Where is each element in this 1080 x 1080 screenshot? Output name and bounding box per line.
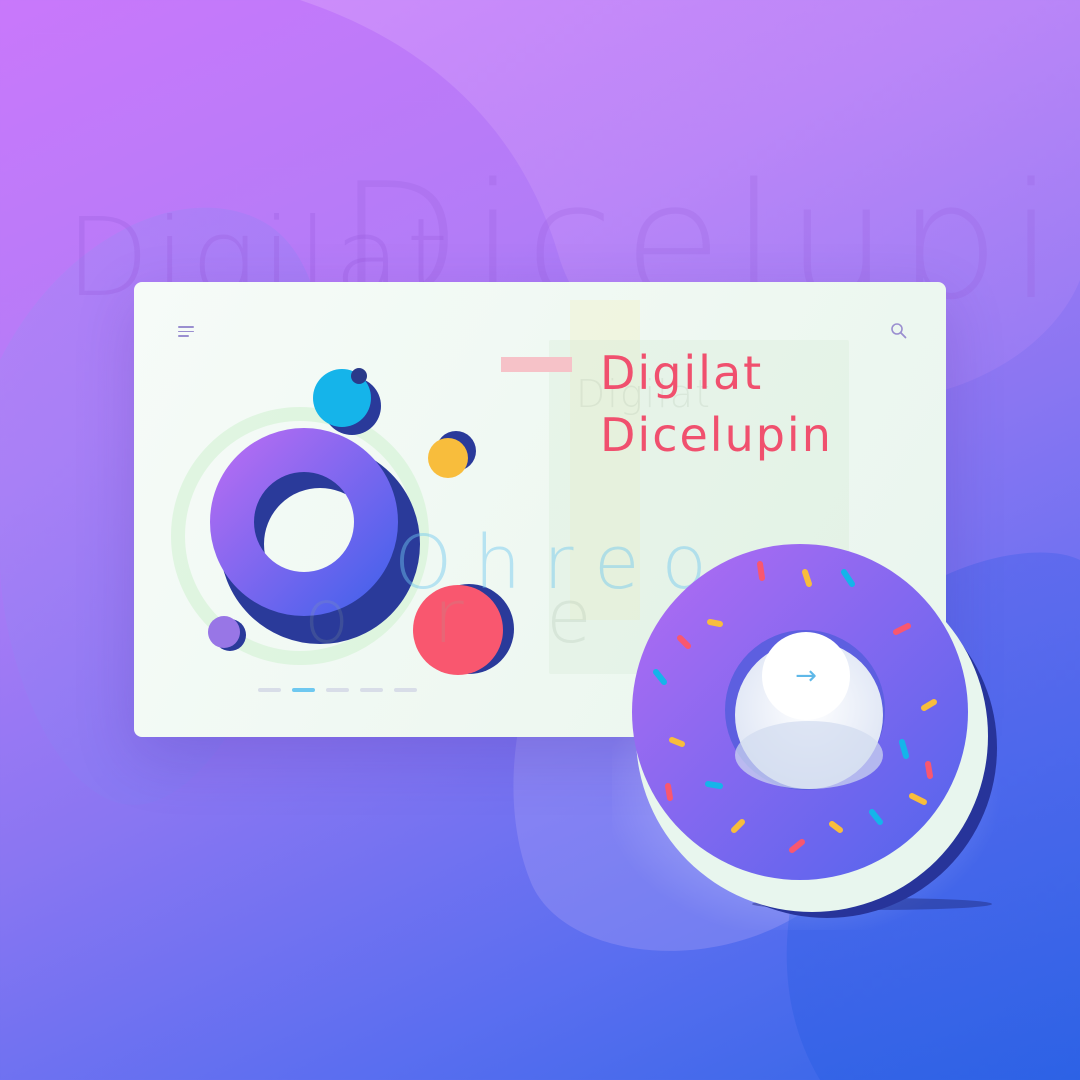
search-icon[interactable] [890, 322, 908, 340]
hero-title-line2: Dicelupin [600, 408, 833, 462]
pager [258, 688, 417, 692]
pager-dot-active[interactable] [292, 688, 315, 692]
pager-dot[interactable] [326, 688, 349, 692]
pager-dot[interactable] [258, 688, 281, 692]
hero-title-line1: Digilat [600, 346, 764, 400]
purple-dot [208, 616, 240, 648]
hamburger-menu-icon[interactable] [178, 326, 194, 338]
yellow-dot [428, 438, 468, 478]
navy-dot [351, 368, 367, 384]
arrow-right-icon: → [795, 661, 817, 691]
pager-dot[interactable] [394, 688, 417, 692]
donut-hole-band [735, 721, 883, 789]
donut-illustration: → [602, 530, 1032, 940]
pager-dot[interactable] [360, 688, 383, 692]
hero-title: Digilat Dicelupin [600, 342, 833, 466]
main-ring [210, 428, 398, 616]
accent-bar [501, 357, 572, 372]
donut-svg [602, 544, 1002, 940]
next-arrow-button[interactable]: → [762, 632, 850, 720]
